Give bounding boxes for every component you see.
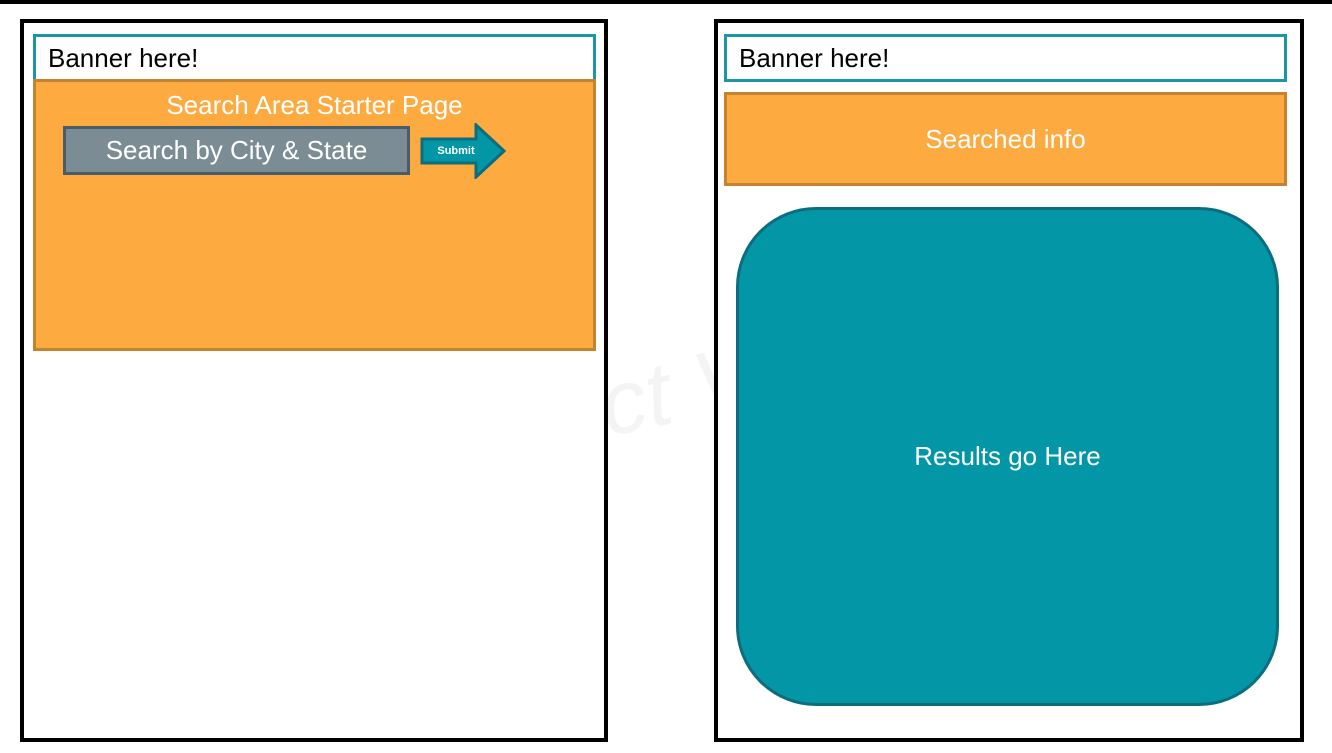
search-area: Search Area Starter Page Search by City … xyxy=(33,79,596,351)
results-label: Results go Here xyxy=(914,441,1101,471)
search-field[interactable]: Search by City & State xyxy=(63,126,410,175)
results-box: Results go Here xyxy=(736,207,1279,706)
submit-button[interactable]: Submit xyxy=(420,123,506,179)
banner-left: Banner here! xyxy=(33,34,596,82)
top-rule xyxy=(0,0,1332,4)
banner-right: Banner here! xyxy=(724,34,1287,82)
search-area-title: Search Area Starter Page xyxy=(166,90,463,120)
searched-info-label: Searched info xyxy=(925,123,1086,154)
searched-info-box: Searched info xyxy=(724,92,1287,186)
submit-label: Submit xyxy=(437,145,475,157)
